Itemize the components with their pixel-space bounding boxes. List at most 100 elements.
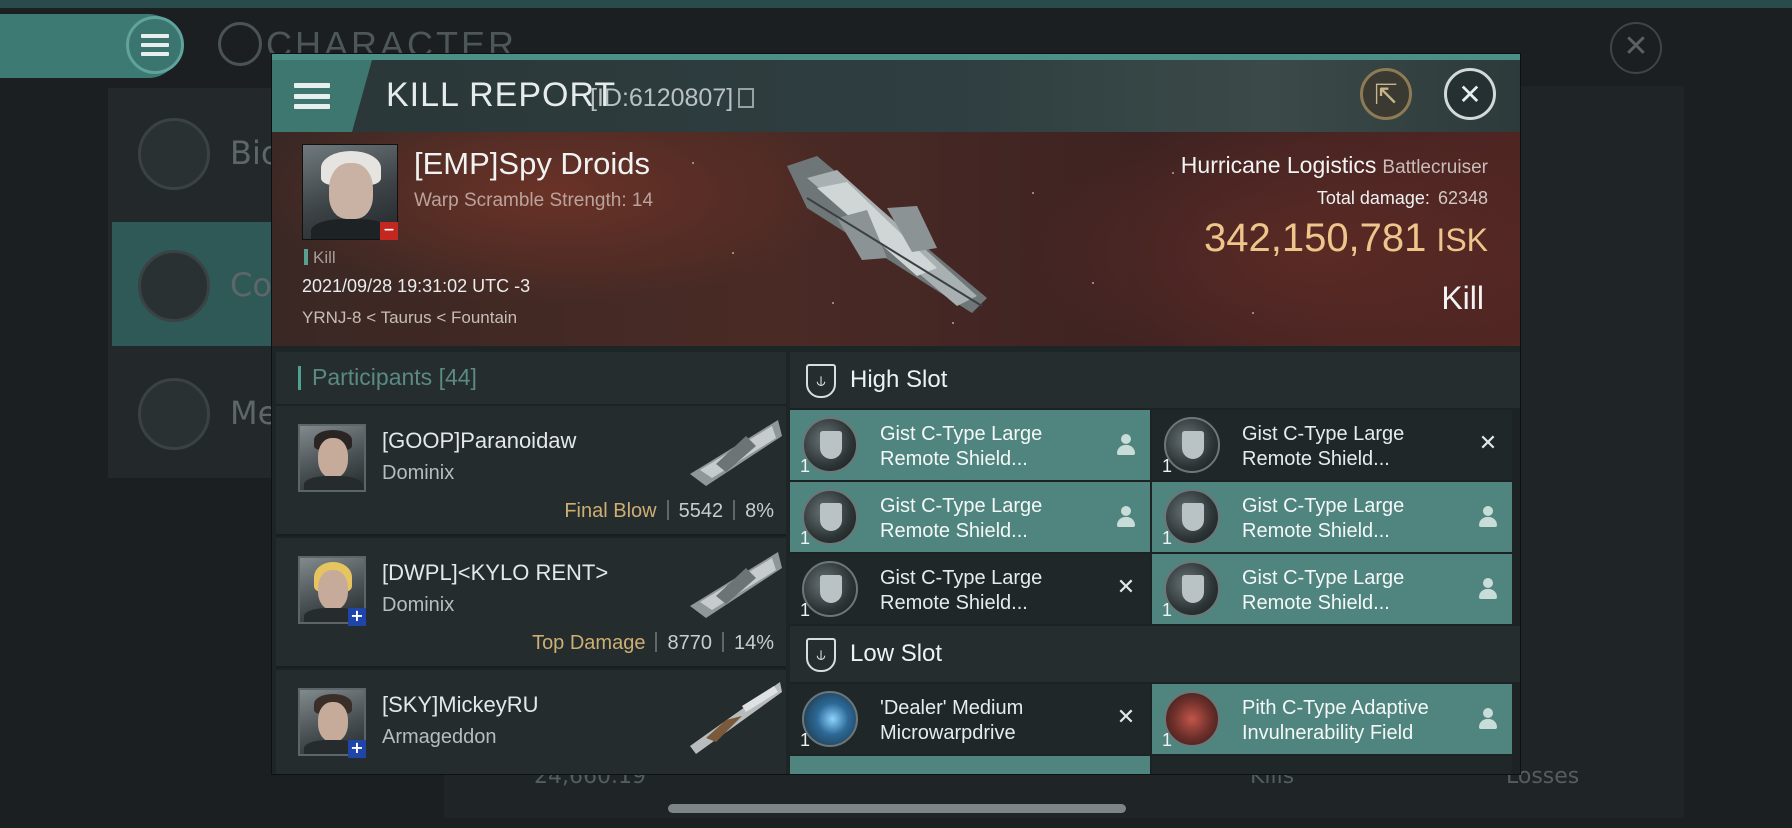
destroyed-icon: ✕ [1116, 705, 1136, 730]
participant-stats: Final Blow 5542 8% [564, 500, 774, 523]
module-quantity: 1 [1162, 456, 1173, 476]
character-icon [218, 22, 262, 66]
shield-transporter-icon [802, 417, 858, 473]
participant-ship-image [690, 682, 782, 754]
nav-item-combat[interactable]: Co [112, 222, 278, 346]
low-slot-icon: ⫝ [806, 638, 836, 672]
isk-value: 342,150,781 ISK [1204, 216, 1488, 261]
ship-info: Hurricane Logistics Battlecruiser [1181, 152, 1488, 179]
screen-close-button[interactable]: ✕ [1610, 22, 1662, 74]
participant-percent: 14% [733, 632, 774, 654]
participant-name: [DWPL]<KYLO RENT> [382, 560, 609, 585]
main-menu-button[interactable] [126, 16, 184, 74]
copy-icon[interactable] [738, 88, 754, 108]
standing-badge: + [348, 608, 366, 626]
module-item[interactable]: 1 Pith C-Type Adaptive Invulnerability Fi… [1152, 684, 1512, 754]
shield-transporter-icon [1164, 417, 1220, 473]
low-slot-title: Low Slot [850, 640, 943, 667]
high-slot-title: High Slot [850, 366, 948, 393]
top-bar [0, 0, 1792, 8]
dropped-icon [1478, 506, 1498, 528]
result-label: Kill [1441, 280, 1484, 316]
participant-damage: 5542 [678, 500, 724, 522]
module-name: Gist C-Type Large Remote Shield... [1242, 423, 1405, 470]
nav-item-medals[interactable]: Me [112, 350, 278, 474]
module-name: Gist C-Type Large Remote Shield... [880, 423, 1043, 470]
dropped-icon [1116, 434, 1136, 456]
module-name: 'Dealer' Medium Microwarpdrive [880, 697, 1024, 744]
kill-location[interactable]: YRNJ-8 < Taurus < Fountain [302, 308, 517, 328]
module-item[interactable]: 1 Gist C-Type Large Remote Shield... [790, 482, 1150, 552]
isk-amount: 342,150,781 [1203, 216, 1427, 260]
high-slot-icon: ⫝ [806, 364, 836, 398]
module-quantity: 1 [1162, 528, 1173, 548]
victim-ship-image[interactable] [777, 148, 1007, 318]
external-link-icon: ⇱ [1374, 77, 1398, 111]
module-quantity: 1 [1162, 730, 1173, 750]
participants-count: [44] [438, 364, 477, 390]
module-quantity: 1 [800, 730, 811, 750]
module-item[interactable]: 1 'Dealer' Medium Microwarpdrive ✕ [790, 684, 1150, 754]
invulnerability-field-icon [1164, 691, 1220, 747]
participant-row[interactable]: + [SKY]MickeyRU Armageddon [276, 670, 786, 774]
participant-avatar[interactable] [298, 424, 366, 492]
module-name: Gist C-Type Large Remote Shield... [1242, 495, 1405, 542]
dialog-title: KILL REPORT [386, 76, 617, 114]
participant-damage: 8770 [667, 632, 712, 654]
participant-ship-image [690, 552, 782, 618]
destroyed-icon: ✕ [1116, 575, 1136, 600]
crossed-swords-icon [138, 250, 210, 322]
menu-icon [294, 83, 330, 109]
victim-banner: − [EMP]Spy Droids Warp Scramble Strength… [272, 132, 1520, 346]
participant-stats: Top Damage 8770 14% [532, 632, 774, 655]
list-icon [138, 118, 210, 190]
module-item[interactable]: 1 Gist C-Type Large Remote Shield... [1152, 554, 1512, 624]
participants-label: Participants [312, 364, 433, 390]
low-slot-header: ⫝ Low Slot [790, 626, 1520, 682]
module-item[interactable]: 1 Gist C-Type Large Remote Shield... [790, 410, 1150, 480]
nav-item-bio[interactable]: Bio [112, 90, 280, 214]
module-item[interactable]: 1 Gist C-Type Large Remote Shield... ✕ [1152, 410, 1512, 480]
module-item-partial[interactable] [790, 756, 1150, 774]
participants-title: Participants [44] [312, 364, 477, 391]
kill-datetime: 2021/09/28 19:31:02 UTC -3 [302, 276, 531, 296]
participants-panel: Participants [44] [GOOP]Paranoidaw Domin… [276, 352, 786, 774]
share-button[interactable]: ⇱ [1360, 68, 1412, 120]
module-name: Gist C-Type Large Remote Shield... [1242, 567, 1405, 614]
participant-row[interactable]: + [DWPL]<KYLO RENT> Dominix Top Damage 87… [276, 538, 786, 668]
participant-ship: Armageddon [382, 726, 497, 748]
star-icon [138, 378, 210, 450]
module-item-partial[interactable] [1152, 756, 1512, 774]
fitting-panel: ⫝ High Slot 1 Gist C-Type Large Remote Sh… [790, 352, 1520, 774]
destroyed-icon: ✕ [1478, 431, 1498, 456]
total-damage-value: 62348 [1437, 188, 1488, 208]
module-item[interactable]: 1 Gist C-Type Large Remote Shield... ✕ [790, 554, 1150, 624]
module-name: Gist C-Type Large Remote Shield... [880, 567, 1043, 614]
participants-header[interactable]: Participants [44] [276, 352, 786, 404]
ship-class: Battlecruiser [1382, 157, 1488, 178]
horizontal-scrollbar[interactable] [668, 804, 1126, 813]
shield-transporter-icon [802, 561, 858, 617]
module-name: Gist C-Type Large Remote Shield... [880, 495, 1043, 542]
close-button[interactable]: ✕ [1444, 68, 1496, 120]
module-item[interactable]: 1 Gist C-Type Large Remote Shield... [1152, 482, 1512, 552]
participant-name: [GOOP]Paranoidaw [382, 428, 577, 453]
standing-badge: − [380, 222, 398, 240]
close-icon: ✕ [1458, 77, 1482, 111]
participant-ship: Dominix [382, 462, 455, 484]
participant-ship-image [690, 420, 782, 486]
menu-icon [141, 34, 169, 56]
isk-unit: ISK [1436, 222, 1488, 258]
module-quantity: 1 [800, 528, 811, 548]
participant-row[interactable]: [GOOP]Paranoidaw Dominix Final Blow 5542 8… [276, 406, 786, 536]
ship-name[interactable]: Hurricane Logistics [1181, 152, 1377, 178]
high-slot-header: ⫝ High Slot [790, 352, 1520, 408]
kill-label: Kill [304, 248, 336, 268]
dropped-icon [1116, 506, 1136, 528]
participant-percent: 8% [745, 500, 774, 522]
total-damage-label: Total damage: [1316, 188, 1430, 208]
kill-id: [ID:6120807] [590, 84, 734, 112]
shield-transporter-icon [802, 489, 858, 545]
final-blow-tag: Final Blow [564, 500, 657, 522]
victim-name[interactable]: [EMP]Spy Droids [414, 146, 650, 182]
